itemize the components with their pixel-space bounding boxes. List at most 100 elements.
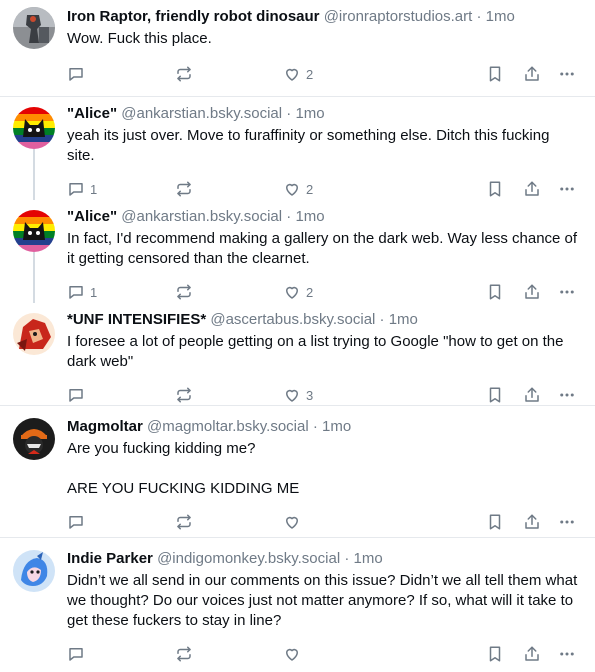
repost-icon (175, 386, 193, 404)
like-button[interactable]: 2 (283, 64, 313, 84)
author-handle[interactable]: @ascertabus.bsky.social (210, 311, 375, 328)
more-options-button[interactable] (558, 179, 576, 199)
post-text: In fact, I'd recommend making a gallery … (67, 230, 582, 267)
repost-button[interactable] (175, 385, 193, 405)
repost-button[interactable] (175, 282, 193, 302)
share-icon (523, 283, 541, 301)
repost-icon (175, 513, 193, 531)
reply-button[interactable]: 1 (67, 179, 97, 199)
more-options-button[interactable] (558, 385, 576, 405)
post-time[interactable]: 1mo (486, 8, 515, 25)
avatar[interactable] (13, 210, 55, 252)
share-button[interactable] (523, 179, 541, 199)
reply-button[interactable] (67, 64, 90, 84)
reply-button[interactable]: 1 (67, 282, 97, 302)
more-options-button[interactable] (558, 644, 576, 664)
post-item[interactable]: Magmoltar @magmoltar.bsky.social · 1mo A… (0, 406, 595, 538)
repost-button[interactable] (175, 64, 193, 84)
post-item[interactable]: Iron Raptor, friendly robot dinosaur @ir… (0, 0, 595, 97)
bookmark-button[interactable] (486, 512, 504, 532)
reply-button[interactable] (67, 385, 90, 405)
reply-icon (67, 386, 85, 404)
author-name[interactable]: Indie Parker (67, 550, 153, 567)
like-button[interactable] (283, 512, 306, 532)
post-header: *UNF INTENSIFIES* @ascertabus.bsky.socia… (67, 311, 581, 329)
like-button[interactable] (283, 644, 306, 664)
like-count: 3 (306, 387, 314, 403)
post-item[interactable]: *UNF INTENSIFIES* @ascertabus.bsky.socia… (0, 303, 595, 406)
more-options-icon (558, 645, 576, 663)
share-button[interactable] (523, 385, 541, 405)
post-text: Didn’t we all send in our comments on th… (67, 572, 582, 629)
author-name[interactable]: *UNF INTENSIFIES* (67, 311, 206, 328)
reply-icon (67, 513, 85, 531)
avatar[interactable] (13, 107, 55, 149)
repost-button[interactable] (175, 179, 193, 199)
share-icon (523, 513, 541, 531)
post-actions (67, 636, 581, 672)
author-handle[interactable]: @ankarstian.bsky.social (121, 105, 282, 122)
heart-icon (283, 65, 301, 83)
avatar[interactable] (13, 7, 55, 49)
like-button[interactable]: 2 (283, 179, 313, 199)
share-button[interactable] (523, 282, 541, 302)
post-time[interactable]: 1mo (354, 550, 383, 567)
post-item[interactable]: "Alice" @ankarstian.bsky.social · 1mo In… (0, 200, 595, 303)
post-time[interactable]: 1mo (389, 311, 418, 328)
author-handle[interactable]: @ironraptorstudios.art (324, 8, 473, 25)
share-button[interactable] (523, 64, 541, 84)
post-text: I foresee a lot of people getting on a l… (67, 333, 568, 370)
repost-button[interactable] (175, 644, 193, 664)
heart-icon (283, 386, 301, 404)
post-item[interactable]: "Alice" @ankarstian.bsky.social · 1mo ye… (0, 97, 595, 200)
more-options-button[interactable] (558, 512, 576, 532)
reply-icon (67, 645, 85, 663)
author-handle[interactable]: @magmoltar.bsky.social (147, 418, 309, 435)
share-button[interactable] (523, 644, 541, 664)
separator: · (286, 105, 292, 122)
avatar[interactable] (13, 313, 55, 355)
post-time[interactable]: 1mo (322, 418, 351, 435)
author-handle[interactable]: @ankarstian.bsky.social (121, 208, 282, 225)
author-name[interactable]: "Alice" (67, 208, 117, 225)
heart-icon (283, 283, 301, 301)
thread-line (33, 149, 35, 200)
post-time[interactable]: 1mo (295, 105, 324, 122)
avatar[interactable] (13, 418, 55, 460)
post-header: Iron Raptor, friendly robot dinosaur @ir… (67, 8, 581, 26)
like-button[interactable]: 3 (283, 385, 313, 405)
share-icon (523, 386, 541, 404)
reply-count: 1 (90, 284, 98, 300)
bookmark-icon (486, 65, 504, 83)
reply-button[interactable] (67, 644, 90, 664)
like-button[interactable]: 2 (283, 282, 313, 302)
share-button[interactable] (523, 512, 541, 532)
more-options-icon (558, 513, 576, 531)
post-time[interactable]: 1mo (295, 208, 324, 225)
author-name[interactable]: Magmoltar (67, 418, 143, 435)
more-options-icon (558, 65, 576, 83)
more-options-button[interactable] (558, 64, 576, 84)
like-count: 2 (306, 284, 314, 300)
repost-icon (175, 283, 193, 301)
separator: · (286, 208, 292, 225)
like-count: 2 (306, 66, 314, 82)
reply-button[interactable] (67, 512, 90, 532)
heart-icon (283, 513, 301, 531)
bookmark-button[interactable] (486, 64, 504, 84)
post-item[interactable]: Indie Parker @indigomonkey.bsky.social ·… (0, 538, 595, 669)
bookmark-button[interactable] (486, 385, 504, 405)
author-handle[interactable]: @indigomonkey.bsky.social (157, 550, 340, 567)
repost-icon (175, 645, 193, 663)
author-name[interactable]: Iron Raptor, friendly robot dinosaur (67, 8, 320, 25)
repost-button[interactable] (175, 512, 193, 532)
bookmark-button[interactable] (486, 644, 504, 664)
avatar[interactable] (13, 550, 55, 592)
bookmark-icon (486, 283, 504, 301)
author-name[interactable]: "Alice" (67, 105, 117, 122)
more-options-button[interactable] (558, 282, 576, 302)
bookmark-button[interactable] (486, 179, 504, 199)
repost-icon (175, 180, 193, 198)
bookmark-button[interactable] (486, 282, 504, 302)
bookmark-icon (486, 645, 504, 663)
